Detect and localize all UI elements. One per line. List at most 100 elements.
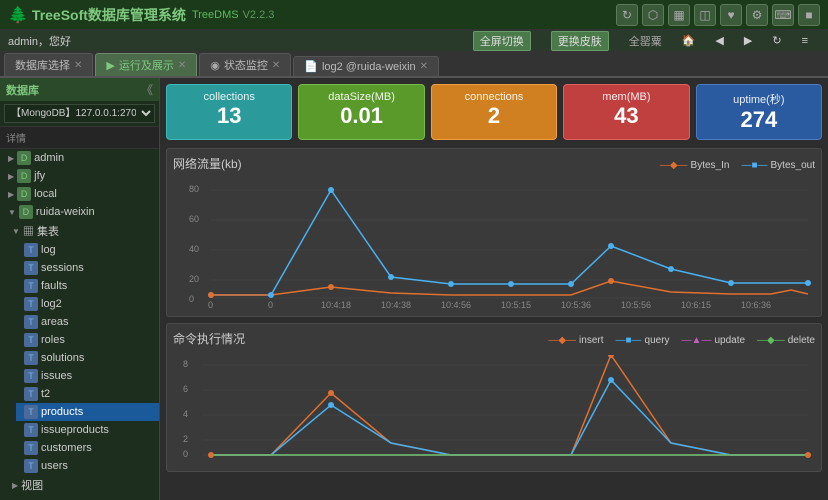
table-name-label: products [41,406,83,418]
main-layout: 数据库 《 【MongoDB】127.0.0.1:270 详情 ▶ D admi… [0,78,828,500]
expand-icon: ▶ [8,190,14,199]
chart-dot [608,243,614,249]
settings-icon[interactable]: ⚙ [746,4,768,26]
db-selector[interactable]: 【MongoDB】127.0.0.1:270 [0,101,159,127]
legend-query: —■— query [615,335,669,346]
tab-run-close[interactable]: ✕ [178,60,186,71]
tab-status-close[interactable]: ✕ [272,60,280,71]
table-name-label: faults [41,280,67,292]
menu-icon[interactable]: ≡ [802,35,808,47]
stat-connections-label: connections [442,91,546,103]
db-icon: D [17,187,31,201]
stat-datasize: dataSize(MB) 0.01 [298,84,424,140]
icon8[interactable]: ■ [798,4,820,26]
tab-run[interactable]: ▶ 运行及展示 ✕ [95,53,197,76]
stat-connections: connections 2 [431,84,557,140]
table-icon: T [24,459,38,473]
db-icon: D [19,205,33,219]
x-label: 10:4:56 [441,300,471,310]
legend-line-icon: —◆— [660,160,688,171]
keyboard-icon[interactable]: ⌨ [772,4,794,26]
chart1-legend: —◆— Bytes_In —■— Bytes_out [660,160,815,171]
table-icon: T [24,297,38,311]
tab-log2-icon: 📄 [304,60,318,73]
sidebar-collapse-btn[interactable]: 《 [141,81,153,98]
nav-refresh-icon[interactable]: ↻ [772,34,781,47]
sidebar-item-roles[interactable]: T roles [16,331,159,349]
home-icon[interactable]: 🏠 [682,34,696,47]
legend-delete-label: delete [788,335,815,346]
sidebar-item-users[interactable]: T users [16,457,159,475]
sidebar-item-jfy[interactable]: ▶ D jfy [0,167,159,185]
db-name-label: ruida-weixin [36,206,95,218]
sidebar-item-t2[interactable]: T t2 [16,385,159,403]
menubar-right: 全屏切换 更换皮肤 全罂粟 🏠 ◀ ▶ ↻ ≡ [473,31,820,51]
icon4[interactable]: ◫ [694,4,716,26]
stat-collections-value: 13 [177,103,281,129]
sidebar-views-header[interactable]: ▶ 视图 [8,475,159,495]
y-label-0: 0 [189,294,194,304]
table-name-label: users [41,460,68,472]
legend-delete: —◆— delete [757,335,815,346]
sidebar-item-ruida-weixin[interactable]: ▼ D ruida-weixin [0,203,159,221]
table-name-label: roles [41,334,65,346]
tables-group-label: ▦ 集表 [23,223,59,239]
table-name-label: issueproducts [41,424,109,436]
query-line [211,380,808,455]
sidebar-item-admin[interactable]: ▶ D admin [0,149,159,167]
legend-update-icon: —▲— [682,335,712,346]
sidebar-tables-header[interactable]: ▼ ▦ 集表 [8,221,159,241]
skin-btn[interactable]: 更换皮肤 [551,31,609,51]
sidebar-item-solutions[interactable]: T solutions [16,349,159,367]
db-icon: D [17,169,31,183]
table-name-label: log [41,244,56,256]
tables-list: T log T sessions T faults T log2 T are [16,241,159,475]
table-icon: T [24,261,38,275]
legend-insert-icon: —◆— [548,335,576,346]
x-label: 10:5:36 [561,300,591,310]
legend-query-label: query [645,335,670,346]
stat-connections-value: 2 [442,103,546,129]
sidebar-item-products[interactable]: T products [16,403,159,421]
chart-dot [208,452,214,458]
icon3[interactable]: ▦ [668,4,690,26]
table-name-label: solutions [41,352,84,364]
sidebar-item-areas[interactable]: T areas [16,313,159,331]
icon2[interactable]: ⬡ [642,4,664,26]
refresh-icon[interactable]: ↻ [616,4,638,26]
sidebar-item-issues[interactable]: T issues [16,367,159,385]
table-icon: T [24,405,38,419]
tab-log2-label: log2 @ruida-weixin [322,61,416,73]
legend-insert-label: insert [579,335,603,346]
tab-db-select[interactable]: 数据库选择 ✕ [4,53,93,76]
tab-log2[interactable]: 📄 log2 @ruida-weixin ✕ [293,56,439,76]
sidebar-item-customers[interactable]: T customers [16,439,159,457]
tab-status-icon: ◉ [210,59,220,72]
tab-status[interactable]: ◉ 状态监控 ✕ [199,53,291,76]
nav-back-icon[interactable]: ◀ [715,34,723,47]
sidebar-header: 数据库 《 [0,78,159,101]
y-label-0: 0 [183,449,188,459]
legend-bytes-out: —■— Bytes_out [741,160,815,171]
bytes-out-line [211,190,808,295]
theme-label: 全罂粟 [629,33,662,49]
sidebar-item-issueproducts[interactable]: T issueproducts [16,421,159,439]
sidebar-item-local[interactable]: ▶ D local [0,185,159,203]
expand-icon: ▼ [8,208,16,217]
sidebar-item-log[interactable]: T log [16,241,159,259]
db-name-label: local [34,188,57,200]
db-name-label: jfy [34,170,45,182]
nav-forward-icon[interactable]: ▶ [744,34,752,47]
tab-log2-close[interactable]: ✕ [420,61,428,72]
chart-dot [728,280,734,286]
icon5[interactable]: ♥ [720,4,742,26]
sidebar-item-faults[interactable]: T faults [16,277,159,295]
db-select-input[interactable]: 【MongoDB】127.0.0.1:270 [4,104,155,123]
chart-dot [805,452,811,458]
sidebar-item-log2[interactable]: T log2 [16,295,159,313]
legend-delete-icon: —◆— [757,335,785,346]
chart-dot [668,266,674,272]
user-greeting: admin，您好 [8,33,71,49]
sidebar-item-sessions[interactable]: T sessions [16,259,159,277]
fullscreen-btn[interactable]: 全屏切换 [473,31,531,51]
